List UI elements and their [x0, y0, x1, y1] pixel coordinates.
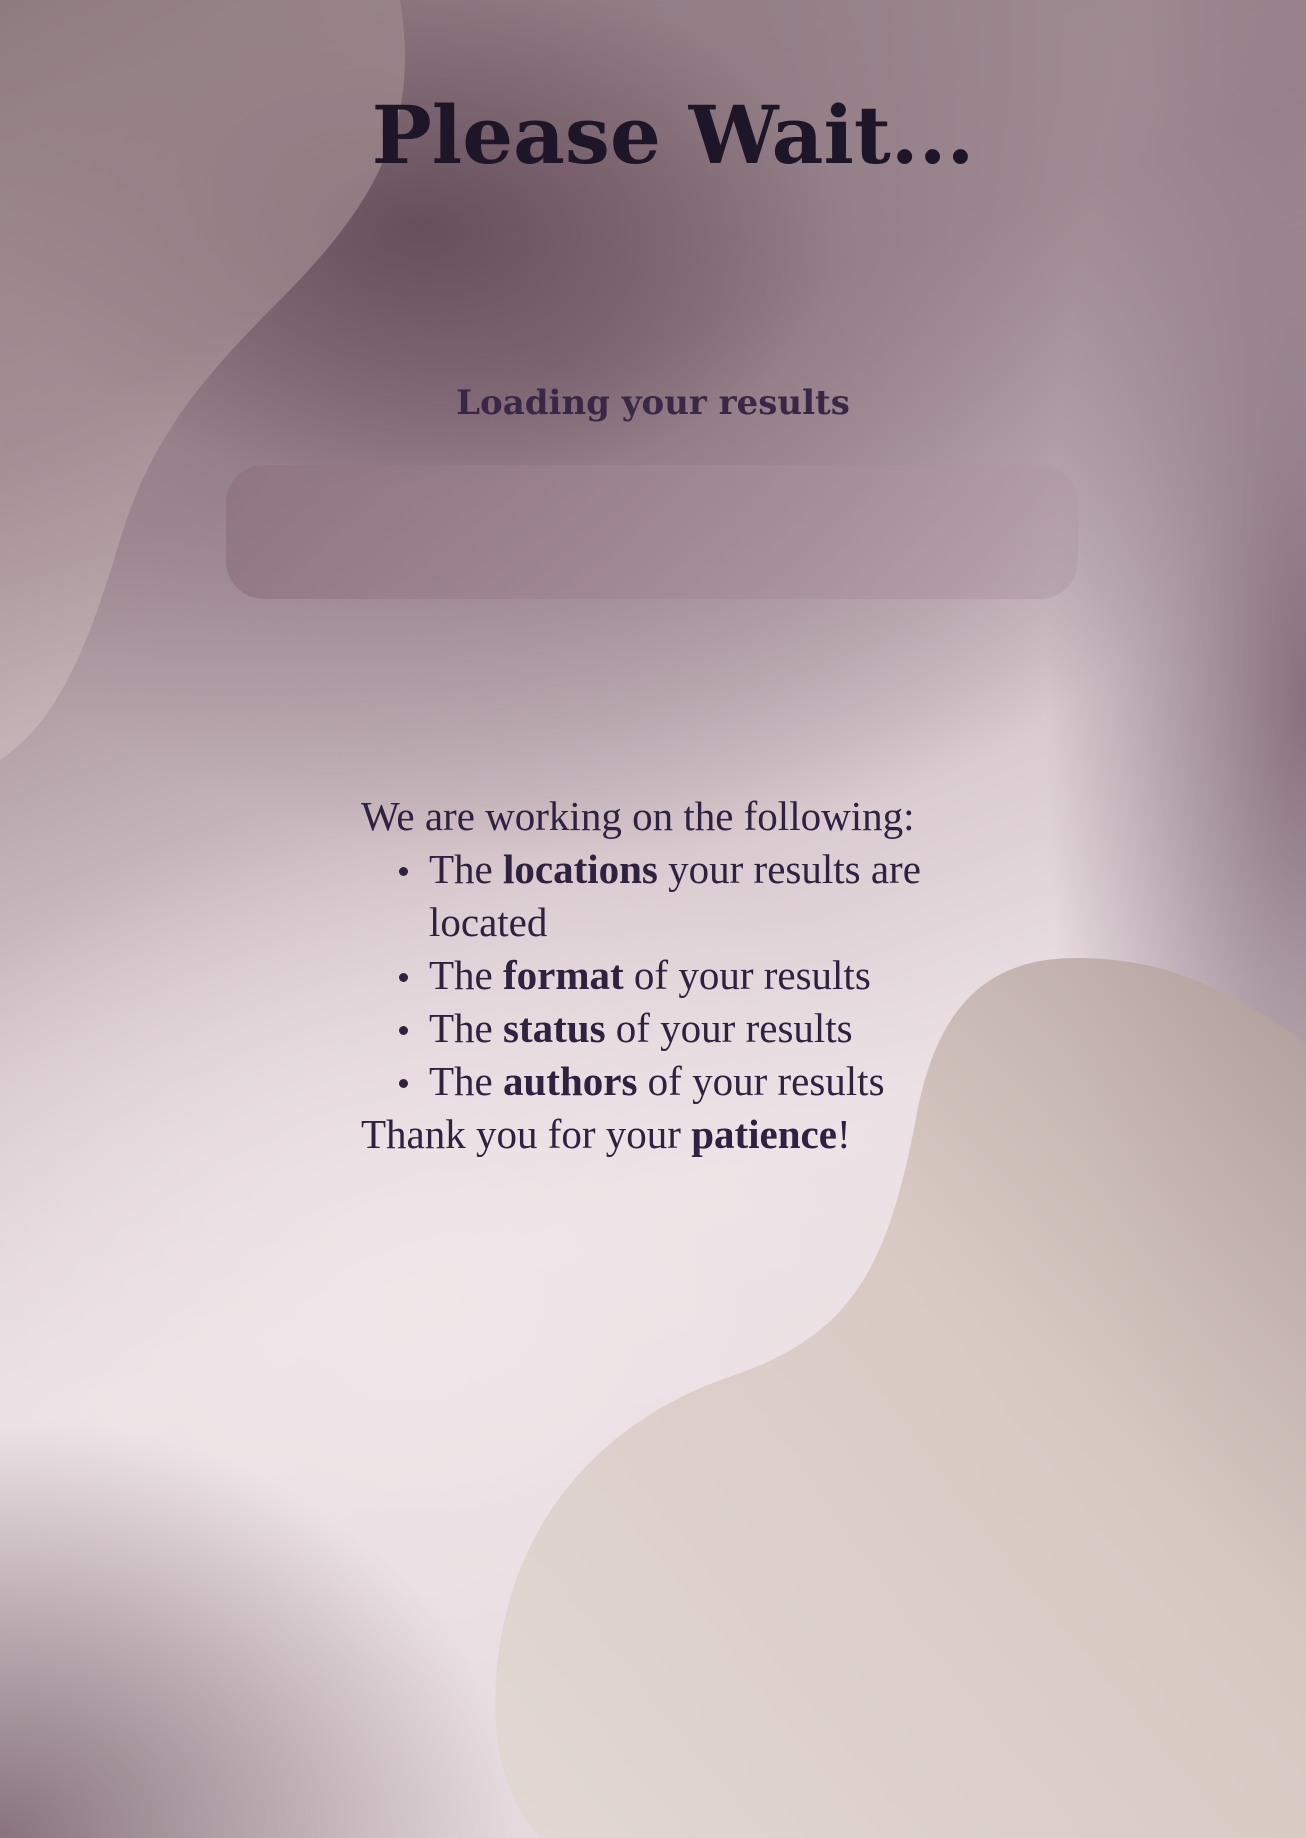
info-intro: We are working on the following:: [361, 793, 915, 839]
task-keyword: status: [503, 1005, 606, 1051]
progress-bar: [226, 465, 1078, 599]
task-list-item: The format of your results: [399, 949, 929, 1002]
task-list: The locations your results are located T…: [361, 843, 961, 1108]
thanks-keyword: patience: [691, 1111, 837, 1157]
status-info: We are working on the following: The loc…: [361, 790, 961, 1161]
task-keyword: format: [503, 952, 624, 998]
page-title: Please Wait...: [371, 88, 975, 182]
thanks-message: Thank you for your patience!: [361, 1111, 851, 1157]
task-list-item: The authors of your results: [399, 1055, 929, 1108]
task-list-item: The status of your results: [399, 1002, 929, 1055]
task-list-item: The locations your results are located: [399, 843, 929, 949]
loading-label: Loading your results: [456, 383, 850, 423]
task-keyword: locations: [503, 846, 658, 892]
loading-screen: Please Wait... Loading your results We a…: [0, 0, 1306, 1838]
task-keyword: authors: [503, 1058, 638, 1104]
